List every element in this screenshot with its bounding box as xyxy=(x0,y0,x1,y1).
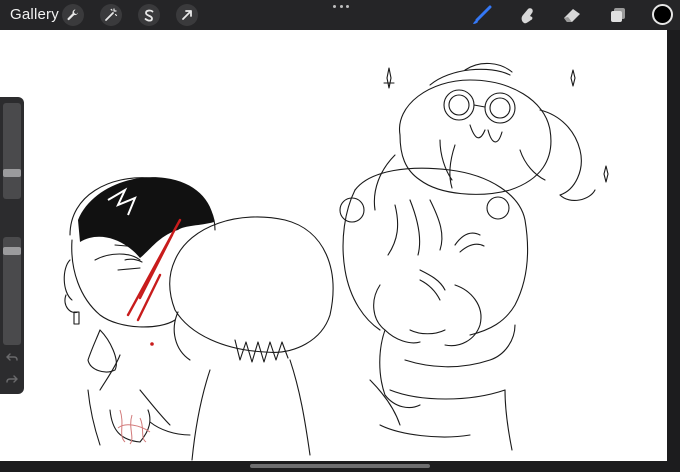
selection-button[interactable] xyxy=(138,4,160,26)
brush-icon xyxy=(471,5,493,25)
eraser-tool-button[interactable] xyxy=(560,4,584,26)
sketch-artwork xyxy=(63,62,609,461)
right-gutter xyxy=(667,30,680,461)
transform-button[interactable] xyxy=(176,4,198,26)
opacity-thumb[interactable] xyxy=(3,247,21,255)
color-swatch[interactable] xyxy=(652,4,673,25)
undo-button[interactable] xyxy=(5,351,19,363)
arrow-cursor-icon xyxy=(180,8,194,22)
brush-sidebar xyxy=(0,97,24,394)
layers-tool-button[interactable] xyxy=(606,4,630,26)
wrench-icon xyxy=(66,8,80,22)
selection-s-icon xyxy=(142,8,156,22)
magic-wand-icon xyxy=(104,8,118,22)
layers-icon xyxy=(608,5,628,25)
drawing-canvas[interactable] xyxy=(0,30,667,461)
brush-tool-button[interactable] xyxy=(470,4,494,26)
actions-button[interactable] xyxy=(62,4,84,26)
smudge-finger-icon xyxy=(517,5,537,25)
top-toolbar: Gallery xyxy=(0,0,680,30)
redo-button[interactable] xyxy=(5,373,19,385)
adjustments-button[interactable] xyxy=(100,4,122,26)
brush-size-thumb[interactable] xyxy=(3,169,21,177)
brush-size-slider[interactable] xyxy=(3,103,21,199)
more-dots-icon[interactable] xyxy=(333,2,349,10)
redo-icon xyxy=(6,374,18,384)
undo-icon xyxy=(6,352,18,362)
home-indicator xyxy=(250,464,430,468)
smudge-tool-button[interactable] xyxy=(515,4,539,26)
eraser-icon xyxy=(561,5,583,25)
gallery-button[interactable]: Gallery xyxy=(10,6,59,23)
